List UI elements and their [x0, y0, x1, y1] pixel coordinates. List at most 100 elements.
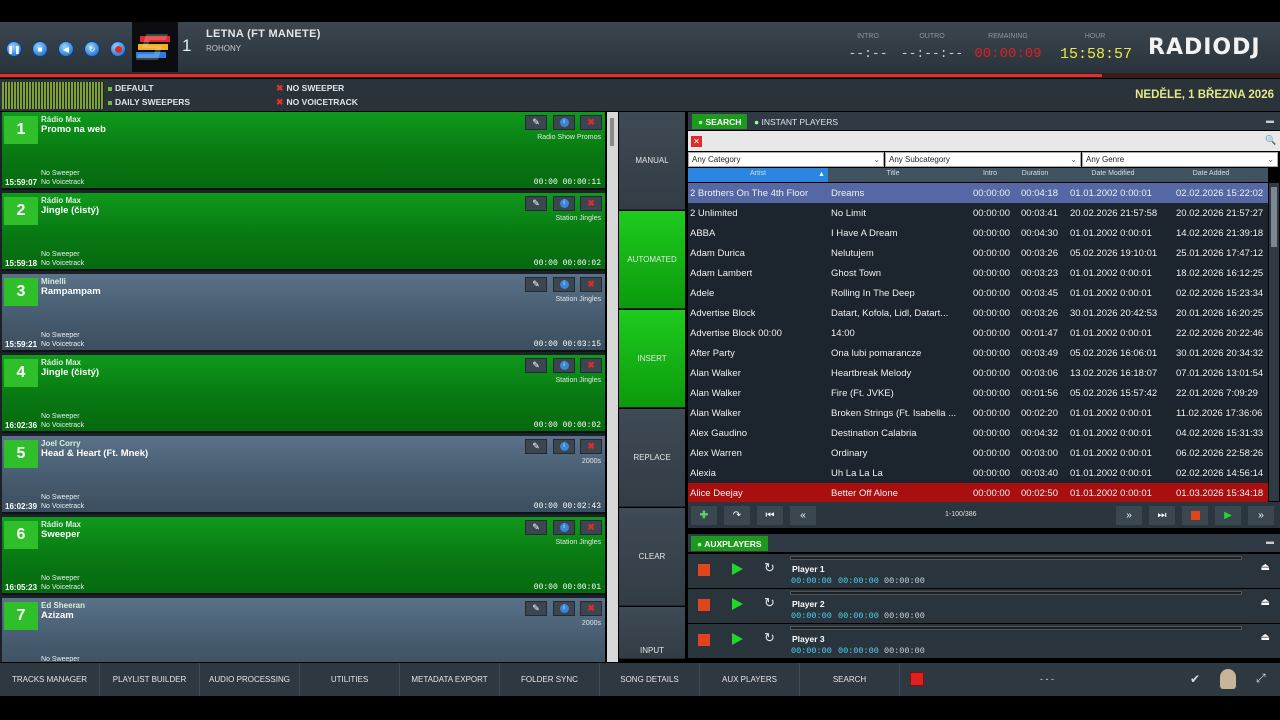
- library-row[interactable]: Alan Walker Broken Strings (Ft. Isabella …: [688, 403, 1268, 423]
- library-scrollbar[interactable]: [1269, 183, 1279, 501]
- mode-replace[interactable]: REPLACE: [619, 409, 685, 507]
- mode-automated[interactable]: AUTOMATED: [619, 211, 685, 309]
- delete-icon[interactable]: ✖: [580, 358, 602, 373]
- col-artist[interactable]: Artist: [688, 170, 828, 177]
- playlist-item[interactable]: 2 Rádio Max Jingle (čistý) No Sweeper No Voi…: [2, 193, 605, 271]
- library-row[interactable]: Advertise Block 00:00 14:00 00:00:00 00:01:…: [688, 323, 1268, 343]
- library-row[interactable]: ABBA I Have A Dream 00:00:00 00:04:30 01.01.…: [688, 223, 1268, 243]
- tab-search[interactable]: ● SEARCH: [692, 114, 748, 129]
- col-duration[interactable]: Duration: [1015, 170, 1055, 177]
- bottom-song-details-button[interactable]: SONG DETAILS: [600, 663, 700, 696]
- stop-icon[interactable]: [698, 564, 710, 576]
- info-icon[interactable]: i: [553, 277, 575, 292]
- subcategory-select[interactable]: Any Subcategory ⌄: [885, 152, 1081, 167]
- library-row[interactable]: Adam Lambert Ghost Town 00:00:00 00:03:23 01…: [688, 263, 1268, 283]
- delete-icon[interactable]: ✖: [580, 439, 602, 454]
- play-icon[interactable]: [732, 598, 743, 610]
- bottom-search-button[interactable]: SEARCH: [800, 663, 900, 696]
- category-select[interactable]: Any Category ⌄: [688, 152, 884, 167]
- col-date-modified[interactable]: Date Modified: [1068, 170, 1158, 177]
- tab-instant-players[interactable]: ● INSTANT PLAYERS: [748, 114, 844, 129]
- bottom-utilities-button[interactable]: UTILITIES: [300, 663, 400, 696]
- playlist-item[interactable]: 7 Ed Sheeran Azizam No Sweeper 2000s ✎ i ✖: [2, 598, 605, 662]
- col-title[interactable]: Title: [828, 170, 958, 177]
- playlist-item[interactable]: 6 Rádio Max Sweeper No Sweeper No Voicetrack…: [2, 517, 605, 595]
- library-row[interactable]: Alex Gaudino Destination Calabria 00:00:00…: [688, 423, 1268, 443]
- default-option[interactable]: DEFAULT: [108, 83, 154, 93]
- library-row[interactable]: 2 Unlimited No Limit 00:00:00 00:03:41 20.02…: [688, 203, 1268, 223]
- col-intro[interactable]: Intro: [970, 170, 1010, 177]
- col-date-added[interactable]: Date Added: [1166, 170, 1256, 177]
- search-icon[interactable]: 🔍: [1265, 135, 1276, 146]
- no-sweeper-option[interactable]: ✖ NO SWEEPER: [276, 83, 344, 94]
- loop-icon[interactable]: ↻: [764, 630, 775, 646]
- library-row[interactable]: Adam Durica Nelutujem 00:00:00 00:03:26 05.0…: [688, 243, 1268, 263]
- delete-icon[interactable]: ✖: [580, 115, 602, 130]
- eject-icon[interactable]: ⏏: [1261, 632, 1270, 643]
- edit-icon[interactable]: ✎: [525, 115, 547, 130]
- loop-icon[interactable]: ↻: [764, 560, 775, 576]
- tab-auxplayers[interactable]: ● AUXPLAYERS: [691, 536, 768, 551]
- scroll-thumb[interactable]: [1271, 187, 1277, 247]
- delete-icon[interactable]: ✖: [580, 601, 602, 616]
- stop-all-icon[interactable]: [910, 672, 924, 686]
- bottom-aux-players-button[interactable]: AUX PLAYERS: [700, 663, 800, 696]
- info-icon[interactable]: i: [553, 601, 575, 616]
- delete-icon[interactable]: ✖: [580, 277, 602, 292]
- previous-icon[interactable]: ◀: [58, 41, 74, 57]
- record-icon[interactable]: [110, 41, 126, 57]
- info-icon[interactable]: i: [553, 439, 575, 454]
- collapse-icon[interactable]: ▬: [1266, 116, 1274, 125]
- info-icon[interactable]: i: [553, 520, 575, 535]
- collapse-icon[interactable]: ▬: [1266, 537, 1274, 546]
- play-icon[interactable]: [732, 633, 743, 645]
- eject-icon[interactable]: ⏏: [1261, 597, 1270, 608]
- playlist-item[interactable]: 1 Rádio Max Promo na web No Sweeper No Voice…: [2, 112, 605, 190]
- stop-icon[interactable]: [698, 599, 710, 611]
- loop-icon[interactable]: ↻: [84, 41, 100, 57]
- info-icon[interactable]: i: [553, 196, 575, 211]
- delete-icon[interactable]: ✖: [580, 520, 602, 535]
- library-row[interactable]: 2 Brothers On The 4th Floor Dreams 00:00:0…: [688, 183, 1268, 203]
- pause-icon[interactable]: ❚❚: [6, 41, 22, 57]
- preview-play-icon[interactable]: ▶: [1215, 506, 1241, 525]
- mode-input[interactable]: INPUT: [619, 607, 685, 659]
- play-icon[interactable]: [732, 563, 743, 575]
- add-icon[interactable]: ✚: [691, 506, 717, 525]
- mode-manual[interactable]: MANUAL: [619, 112, 685, 210]
- daily-sweepers-option[interactable]: DAILY SWEEPERS: [108, 97, 190, 107]
- library-row[interactable]: Alex Warren Ordinary 00:00:00 00:03:00 01.01…: [688, 443, 1268, 463]
- bottom-audio-processing-button[interactable]: AUDIO PROCESSING: [200, 663, 300, 696]
- info-icon[interactable]: i: [553, 358, 575, 373]
- library-row[interactable]: Alice Deejay Better Off Alone 00:00:00 00:0…: [688, 483, 1268, 503]
- preview-stop-icon[interactable]: [1182, 506, 1208, 525]
- prev-page-icon[interactable]: «: [790, 506, 816, 525]
- genre-select[interactable]: Any Genre ⌄: [1082, 152, 1278, 167]
- edit-icon[interactable]: ✎: [525, 520, 547, 535]
- next-page-icon[interactable]: »: [1116, 506, 1142, 525]
- library-row[interactable]: Advertise Block Datart, Kofola, Lidl, Dat…: [688, 303, 1268, 323]
- bottom-tracks-manager-button[interactable]: TRACKS MANAGER: [0, 663, 100, 696]
- check-icon[interactable]: ✔: [1190, 672, 1200, 686]
- user-icon[interactable]: [1220, 669, 1236, 689]
- edit-icon[interactable]: ✎: [525, 601, 547, 616]
- bottom-playlist-builder-button[interactable]: PLAYLIST BUILDER: [100, 663, 200, 696]
- clear-search-icon[interactable]: ✕: [691, 136, 702, 147]
- expand-icon[interactable]: »: [1248, 506, 1274, 525]
- mode-clear[interactable]: CLEAR: [619, 508, 685, 606]
- info-icon[interactable]: i: [553, 115, 575, 130]
- insert-icon[interactable]: ↷: [724, 506, 750, 525]
- library-row[interactable]: After Party Ona lubi pomarancze 00:00:00 00…: [688, 343, 1268, 363]
- aux-progress[interactable]: [790, 591, 1242, 595]
- eject-icon[interactable]: ⏏: [1261, 562, 1270, 573]
- aux-progress[interactable]: [790, 556, 1242, 560]
- edit-icon[interactable]: ✎: [525, 196, 547, 211]
- library-row[interactable]: Adele Rolling In The Deep 00:00:00 00:03:45…: [688, 283, 1268, 303]
- playlist-scrollbar[interactable]: [607, 112, 618, 662]
- scroll-thumb[interactable]: [610, 118, 614, 146]
- playlist-item[interactable]: 4 Rádio Max Jingle (čistý) No Sweeper No Voi…: [2, 355, 605, 433]
- last-page-icon[interactable]: ⏭: [1149, 506, 1175, 525]
- stop-icon[interactable]: [698, 634, 710, 646]
- aux-progress[interactable]: [790, 626, 1242, 630]
- library-row[interactable]: Alan Walker Fire (Ft. JVKE) 00:00:00 00:01:…: [688, 383, 1268, 403]
